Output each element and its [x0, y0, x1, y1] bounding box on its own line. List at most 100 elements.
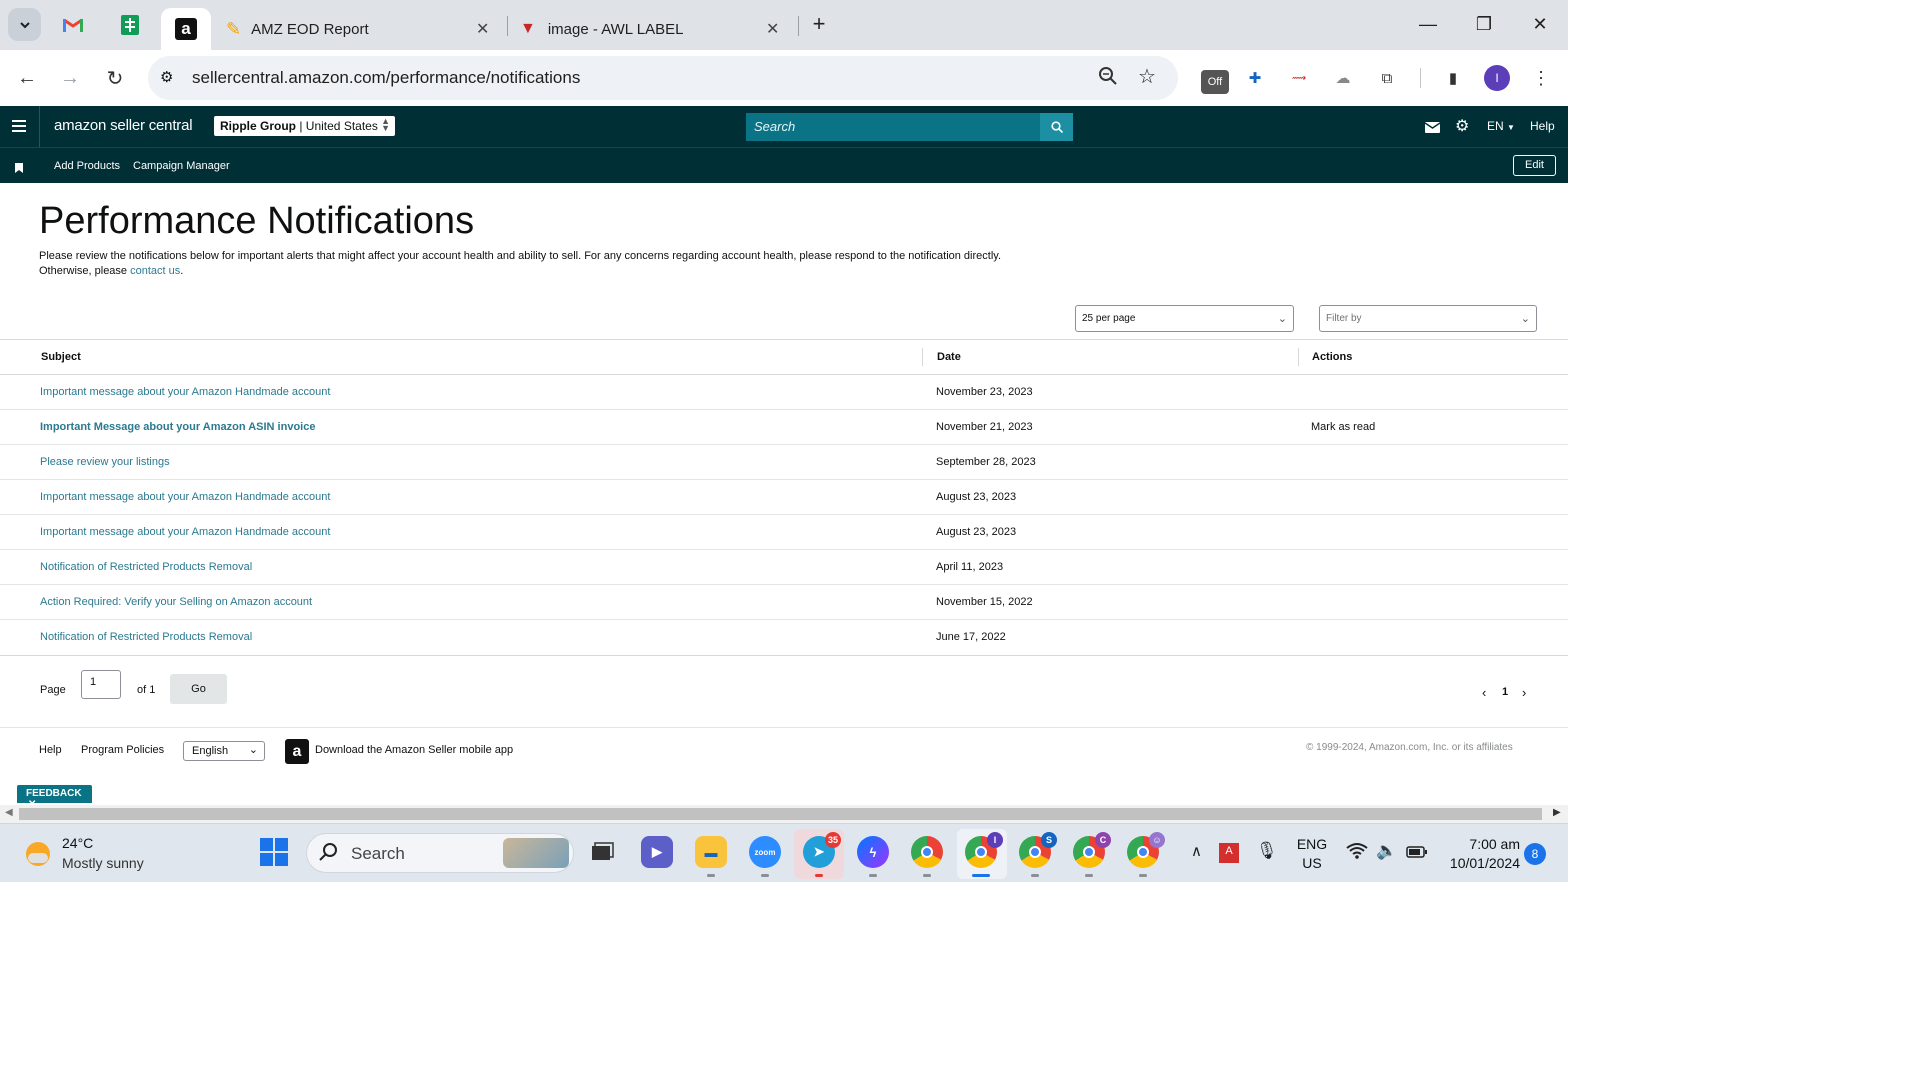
hamburger-menu-icon[interactable]: [12, 119, 26, 137]
chrome-profile-s-icon[interactable]: S: [1019, 832, 1057, 868]
file-explorer-icon[interactable]: ▬: [695, 836, 727, 868]
shortcut-campaign-manager[interactable]: Campaign Manager: [133, 160, 230, 172]
next-page-chevron-icon[interactable]: ›: [1522, 685, 1526, 700]
edit-shortcuts-button[interactable]: Edit: [1513, 155, 1556, 176]
header-search-button[interactable]: [1040, 113, 1073, 141]
wifi-icon[interactable]: [1346, 842, 1368, 864]
scroll-right-arrow-icon[interactable]: ▶: [1553, 807, 1561, 818]
tab-search-dropdown-icon[interactable]: [8, 8, 41, 41]
tab-awl-label[interactable]: ▼ image - AWL LABEL ✕: [516, 8, 794, 50]
clock[interactable]: 7:00 am 10/01/2024: [1440, 835, 1520, 873]
go-button[interactable]: Go: [170, 674, 227, 704]
microphone-icon[interactable]: 🎙: [1256, 841, 1278, 861]
weather-widget[interactable]: 24°C Mostly sunny: [24, 833, 164, 875]
filter-select[interactable]: Filter by ⌄: [1319, 305, 1537, 332]
chevron-down-icon: ⌄: [1277, 313, 1287, 325]
footer-language-select[interactable]: English ⌄: [183, 741, 265, 761]
task-view-icon[interactable]: [586, 836, 618, 868]
current-page-number[interactable]: 1: [1502, 686, 1508, 698]
input-language-indicator[interactable]: ENG US: [1294, 835, 1330, 873]
notification-subject-link[interactable]: Important Message about your Amazon ASIN…: [40, 421, 315, 433]
tab-amz-eod-report[interactable]: ✎ AMZ EOD Report ✕: [222, 8, 502, 50]
mail-icon[interactable]: [1424, 120, 1441, 138]
profile-badge: C: [1095, 832, 1111, 848]
contact-us-link[interactable]: contact us: [130, 265, 180, 277]
volume-icon[interactable]: 🔈: [1376, 841, 1397, 861]
notification-subject-link[interactable]: Notification of Restricted Products Remo…: [40, 561, 252, 573]
profile-avatar[interactable]: I: [1484, 65, 1510, 91]
bookmark-icon[interactable]: [15, 160, 23, 178]
seller-central-logo[interactable]: amazon seller central: [54, 117, 193, 134]
new-tab-button[interactable]: +: [805, 11, 833, 36]
windows-start-icon[interactable]: [258, 836, 290, 868]
taskbar-search-box[interactable]: Search: [306, 833, 574, 873]
notification-subject-link[interactable]: Important message about your Amazon Hand…: [40, 386, 330, 398]
shortcut-add-products[interactable]: Add Products: [54, 160, 120, 172]
column-header-subject[interactable]: Subject: [41, 351, 81, 363]
forward-icon[interactable]: →: [55, 63, 85, 93]
close-tab-icon[interactable]: ✕: [476, 19, 489, 39]
feedback-button[interactable]: FEEDBACK ✕: [17, 785, 92, 810]
close-window-button[interactable]: ✕: [1526, 12, 1554, 36]
chrome-icon[interactable]: [911, 836, 943, 868]
bookmark-star-icon[interactable]: ☆: [1138, 64, 1156, 89]
clock-time: 7:00 am: [1469, 836, 1520, 852]
notification-subject-link[interactable]: Please review your listings: [40, 456, 170, 468]
address-bar[interactable]: ⚙ sellercentral.amazon.com/performance/n…: [148, 56, 1178, 100]
account-switcher[interactable]: Ripple Group | United States ▲ ▼: [214, 116, 395, 136]
chrome-profile-emoji-icon[interactable]: ☺: [1127, 832, 1165, 868]
extension-login-icon[interactable]: ⟿: [1286, 65, 1312, 91]
site-info-icon[interactable]: ⚙: [160, 68, 173, 86]
reload-icon[interactable]: ↻: [100, 63, 130, 93]
clock-date: 10/01/2024: [1449, 855, 1520, 871]
chrome-profile-c-icon[interactable]: C: [1073, 832, 1111, 868]
column-header-date[interactable]: Date: [937, 351, 961, 363]
zoom-icon[interactable]: zoom: [749, 836, 781, 868]
notification-count-badge[interactable]: 8: [1524, 843, 1546, 865]
telegram-icon[interactable]: ➤ 35: [803, 832, 841, 868]
notification-subject-link[interactable]: Notification of Restricted Products Remo…: [40, 631, 252, 643]
notification-subject-link[interactable]: Important message about your Amazon Hand…: [40, 526, 330, 538]
sheets-pinned-tab[interactable]: [115, 10, 145, 40]
browser-menu-icon[interactable]: ⋮: [1528, 65, 1554, 91]
notification-subject-link[interactable]: Action Required: Verify your Selling on …: [40, 596, 312, 608]
gmail-pinned-tab[interactable]: [58, 10, 88, 40]
language-selector[interactable]: EN ▼: [1487, 119, 1515, 133]
extension-off-icon[interactable]: Off: [1201, 70, 1229, 94]
zoom-icon[interactable]: [1098, 66, 1118, 91]
notification-subject-link[interactable]: Important message about your Amazon Hand…: [40, 491, 330, 503]
teams-icon[interactable]: ▶: [641, 836, 673, 868]
amazon-app-icon[interactable]: a: [285, 739, 309, 764]
side-panel-icon[interactable]: ▮: [1440, 65, 1466, 91]
help-link[interactable]: Help: [1530, 119, 1555, 133]
download-app-link[interactable]: Download the Amazon Seller mobile app: [315, 744, 513, 756]
previous-page-chevron-icon[interactable]: ‹: [1482, 685, 1486, 700]
show-hidden-icons-chevron-icon[interactable]: ∧: [1191, 842, 1202, 860]
minimize-button[interactable]: —: [1414, 12, 1442, 36]
extensions-puzzle-icon[interactable]: ⧉: [1374, 65, 1400, 91]
tab-amazon-seller-central[interactable]: a: [161, 8, 211, 50]
chrome-profile-i-icon[interactable]: I: [965, 832, 1003, 868]
messenger-icon[interactable]: ϟ: [857, 836, 889, 868]
notification-date: November 15, 2022: [936, 596, 1033, 608]
footer-program-policies-link[interactable]: Program Policies: [81, 744, 164, 756]
back-icon[interactable]: ←: [12, 63, 42, 93]
restore-button[interactable]: ❐: [1470, 12, 1498, 36]
header-search-input[interactable]: Search: [746, 113, 1042, 141]
extension-cloud-icon[interactable]: ☁: [1330, 65, 1356, 91]
horizontal-scrollbar[interactable]: ◀ ▶: [0, 805, 1568, 823]
footer-help-link[interactable]: Help: [39, 744, 62, 756]
settings-gear-icon[interactable]: ⚙: [1455, 116, 1469, 136]
feedback-label: FEEDBACK: [26, 788, 82, 799]
extension-plus-icon[interactable]: ✚: [1242, 65, 1268, 91]
close-tab-icon[interactable]: ✕: [766, 19, 779, 39]
extension-off-label: Off: [1207, 76, 1223, 88]
language-label: EN: [1487, 119, 1504, 133]
page-number-input[interactable]: 1: [81, 670, 121, 699]
battery-icon[interactable]: [1406, 845, 1428, 862]
scrollbar-thumb[interactable]: [19, 808, 1542, 820]
scroll-left-arrow-icon[interactable]: ◀: [5, 807, 13, 818]
per-page-select[interactable]: 25 per page ⌄: [1075, 305, 1294, 332]
mark-as-read-link[interactable]: Mark as read: [1311, 421, 1375, 433]
pdf-tray-icon[interactable]: A: [1219, 843, 1239, 863]
